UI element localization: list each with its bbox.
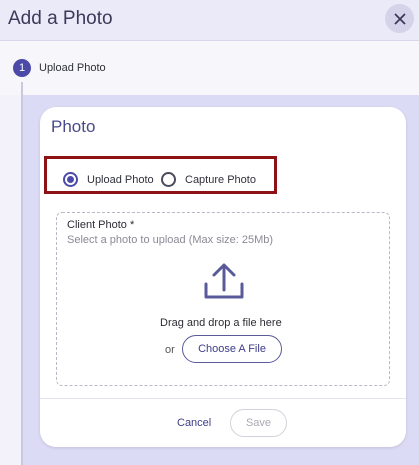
step-number-badge: 1: [13, 59, 31, 77]
upload-photo-label[interactable]: Upload Photo: [87, 174, 154, 186]
cancel-button[interactable]: Cancel: [177, 417, 211, 429]
step-label: Upload Photo: [39, 62, 106, 74]
or-text: or: [165, 344, 175, 356]
dialog-header: Add a Photo: [0, 0, 419, 41]
drag-and-drop-text: Drag and drop a file here: [160, 317, 282, 329]
choose-file-button[interactable]: Choose A File: [182, 335, 282, 363]
close-icon: [393, 12, 406, 25]
close-button[interactable]: [385, 4, 414, 33]
card-footer-divider: [40, 398, 406, 399]
upload-photo-radio[interactable]: [63, 172, 78, 187]
upload-icon: [204, 263, 244, 299]
field-helper-text: Select a photo to upload (Max size: 25Mb…: [67, 234, 274, 246]
card-title: Photo: [51, 117, 96, 136]
capture-photo-label[interactable]: Capture Photo: [185, 174, 256, 186]
capture-photo-radio[interactable]: [161, 172, 176, 187]
dialog-title: Add a Photo: [8, 8, 113, 29]
field-label: Client Photo *: [67, 219, 135, 231]
save-button[interactable]: Save: [230, 409, 287, 437]
